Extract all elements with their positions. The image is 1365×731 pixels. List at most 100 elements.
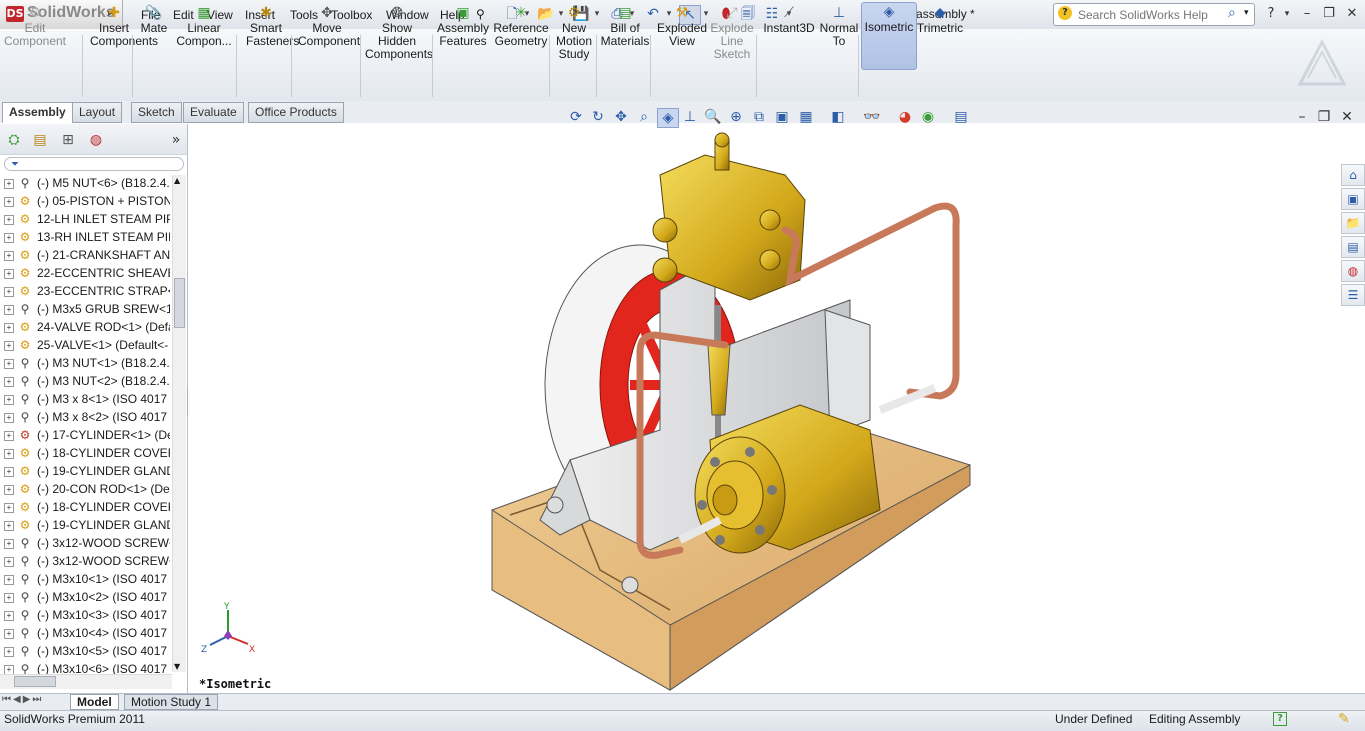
cmd-explode-line[interactable]: ⤢ Explode Line Sketch <box>707 4 757 61</box>
quick-tips-icon[interactable]: ? <box>1273 712 1287 726</box>
tree-item[interactable]: + ⚙ (-) 19-CYLINDER GLAND <box>4 516 170 534</box>
property-manager-tab-icon[interactable]: ▤ <box>30 130 50 150</box>
edit-appearance-icon[interactable]: ◕ <box>895 108 915 126</box>
cmd-isometric[interactable]: ◈ Isometric <box>861 2 917 70</box>
file-explorer-icon[interactable]: 📁 <box>1341 212 1365 234</box>
tab-sketch[interactable]: Sketch <box>131 102 182 123</box>
normal-to-icon[interactable]: ⊥ <box>680 108 700 126</box>
expand-toggle-icon[interactable]: + <box>4 520 14 531</box>
view-palette-icon[interactable]: ▤ <box>1341 236 1365 258</box>
tree-item[interactable]: + ⚲ (-) M3 x 8<1> (ISO 4017 - <box>4 390 170 408</box>
cmd-reference-geometry[interactable]: ✳ Reference Geometry <box>493 4 549 48</box>
expand-toggle-icon[interactable]: + <box>4 394 14 405</box>
cmd-bom[interactable]: ▤ Bill of Materials <box>600 4 650 48</box>
tab-layout[interactable]: Layout <box>72 102 123 123</box>
apply-scene-icon[interactable]: ◉ <box>918 108 938 126</box>
restore-icon[interactable]: ❐ <box>1320 6 1338 21</box>
tree-item[interactable]: + ⚲ (-) M3x10<4> (ISO 4017 - <box>4 624 170 642</box>
cmd-normal-to[interactable]: ⊥ Normal To <box>818 4 860 48</box>
close-icon[interactable]: ✕ <box>1343 6 1361 21</box>
expand-toggle-icon[interactable]: + <box>4 322 14 333</box>
tree-item[interactable]: + ⚙ (-) 21-CRANKSHAFT AN <box>4 246 170 264</box>
zoom-in-out-icon[interactable]: 🔍 <box>703 108 723 126</box>
custom-properties-icon[interactable]: ☰ <box>1341 284 1365 306</box>
tree-item[interactable]: + ⚙ (-) 19-CYLINDER GLAND <box>4 462 170 480</box>
steam-engine-model[interactable] <box>480 130 980 695</box>
chevron-down-icon[interactable]: ▾ <box>1244 8 1249 18</box>
graphics-minimize-icon[interactable]: – <box>1292 108 1312 126</box>
cmd-move-component[interactable]: ✥ Move Component <box>298 4 360 48</box>
appearances-icon[interactable]: ◍ <box>1341 260 1365 282</box>
expand-toggle-icon[interactable]: + <box>4 574 14 585</box>
expand-toggle-icon[interactable]: + <box>4 214 14 225</box>
expand-toggle-icon[interactable]: + <box>4 304 14 315</box>
tree-item[interactable]: + ⚙ 13-RH INLET STEAM PIP <box>4 228 170 246</box>
cmd-exploded-view[interactable]: ⚒ Exploded View <box>654 4 710 48</box>
scroll-up-icon[interactable]: ▲ <box>174 176 180 185</box>
expand-toggle-icon[interactable]: + <box>4 610 14 621</box>
cmd-insert-components[interactable]: ✚ Insert Components <box>90 4 158 48</box>
tree-item[interactable]: + ⚲ (-) M3 x 8<2> (ISO 4017 - <box>4 408 170 426</box>
view-setting-dropdown-icon[interactable]: ▤ <box>951 108 971 126</box>
tab-evaluate[interactable]: Evaluate <box>183 102 244 123</box>
expand-toggle-icon[interactable]: + <box>4 268 14 279</box>
tab-office-products[interactable]: Office Products <box>248 102 344 123</box>
tree-item[interactable]: + ⚲ (-) M3x10<5> (ISO 4017 - <box>4 642 170 660</box>
expand-toggle-icon[interactable]: + <box>4 646 14 657</box>
expand-toggle-icon[interactable]: + <box>4 358 14 369</box>
tree-item[interactable]: + ⚙ (-) 17-CYLINDER<1> (De <box>4 426 170 444</box>
tree-item[interactable]: + ⚲ (-) M3x5 GRUB SREW<1> <box>4 300 170 318</box>
zoom-to-fit-icon[interactable]: ⟳ <box>566 108 586 126</box>
tab-assembly[interactable]: Assembly <box>2 102 73 123</box>
zoom-to-selection-icon[interactable]: ⊕ <box>726 108 746 126</box>
expand-toggle-icon[interactable]: + <box>4 628 14 639</box>
cmd-linear-pattern[interactable]: ▦ Linear Compon... <box>175 4 233 48</box>
tree-item[interactable]: + ⚲ (-) 3x12-WOOD SCREW< <box>4 534 170 552</box>
bottom-tab-model[interactable]: Model <box>70 694 119 710</box>
tree-item[interactable]: + ⚙ 22-ECCENTRIC SHEAVE< <box>4 264 170 282</box>
search-input[interactable] <box>1076 5 1230 24</box>
tree-item[interactable]: + ⚙ (-) 18-CYLINDER COVER- <box>4 498 170 516</box>
tree-item[interactable]: + ⚲ (-) M3 NUT<1> (B18.2.4. <box>4 354 170 372</box>
tree-item[interactable]: + ⚲ (-) M3x10<3> (ISO 4017 - <box>4 606 170 624</box>
expand-toggle-icon[interactable]: + <box>4 448 14 459</box>
expand-toggle-icon[interactable]: + <box>4 250 14 261</box>
graphics-restore-icon[interactable]: ❐ <box>1314 108 1334 126</box>
cmd-assembly-features[interactable]: ▣ Assembly Features <box>437 4 489 48</box>
tree-item[interactable]: + ⚙ 25-VALVE<1> (Default<- <box>4 336 170 354</box>
rebuild-status-icon[interactable]: ✎ <box>1338 711 1350 727</box>
chevron-down-icon[interactable]: ▾ <box>1278 9 1296 19</box>
tree-item[interactable]: + ⚙ 24-VALVE ROD<1> (Defa <box>4 318 170 336</box>
expand-toggle-icon[interactable]: + <box>4 430 14 441</box>
expand-chevron-icon[interactable]: » <box>166 130 186 150</box>
solidworks-resources-icon[interactable]: ⌂ <box>1341 164 1365 186</box>
expand-toggle-icon[interactable]: + <box>4 286 14 297</box>
tab-scroll-arrows-icon[interactable]: ⏮◀▶⏭ <box>2 694 43 705</box>
tree-item[interactable]: + ⚙ (-) 05-PISTON + PISTON <box>4 192 170 210</box>
expand-toggle-icon[interactable]: + <box>4 502 14 513</box>
cmd-smart-fasteners[interactable]: ✱ Smart Fasteners <box>246 4 299 48</box>
expand-toggle-icon[interactable]: + <box>4 538 14 549</box>
view-settings-icon[interactable]: 👓 <box>862 108 882 126</box>
cmd-mate[interactable]: 📎 Mate <box>140 4 168 35</box>
tree-item[interactable]: + ⚲ (-) M3x10<2> (ISO 4017 - <box>4 588 170 606</box>
design-library-icon[interactable]: ▣ <box>1341 188 1365 210</box>
expand-toggle-icon[interactable]: + <box>4 232 14 243</box>
tree-item[interactable]: + ⚲ (-) M3x10<1> (ISO 4017 - <box>4 570 170 588</box>
expand-toggle-icon[interactable]: + <box>4 556 14 567</box>
tree-item[interactable]: + ⚲ (-) M3 NUT<2> (B18.2.4. <box>4 372 170 390</box>
cmd-motion-study[interactable]: ⚙ New Motion Study <box>555 4 593 61</box>
tree-item[interactable]: + ⚙ (-) 18-CYLINDER COVER- <box>4 444 170 462</box>
cmd-edit-component[interactable]: ⚙ Edit Component <box>0 4 70 48</box>
expand-toggle-icon[interactable]: + <box>4 592 14 603</box>
cmd-show-hidden[interactable]: ❂ Show Hidden Components <box>365 4 433 61</box>
expand-toggle-icon[interactable]: + <box>4 484 14 495</box>
expand-toggle-icon[interactable]: + <box>4 196 14 207</box>
minimize-icon[interactable]: – <box>1298 6 1316 21</box>
hide-show-items-icon[interactable]: ◧ <box>828 108 848 126</box>
expand-toggle-icon[interactable]: + <box>4 412 14 423</box>
feature-manager-tab-icon[interactable]: ⛭ <box>4 130 24 150</box>
expand-toggle-icon[interactable]: + <box>4 376 14 387</box>
tree-item[interactable]: + ⚲ (-) 3x12-WOOD SCREW< <box>4 552 170 570</box>
previous-view-icon[interactable]: ▣ <box>772 108 792 126</box>
